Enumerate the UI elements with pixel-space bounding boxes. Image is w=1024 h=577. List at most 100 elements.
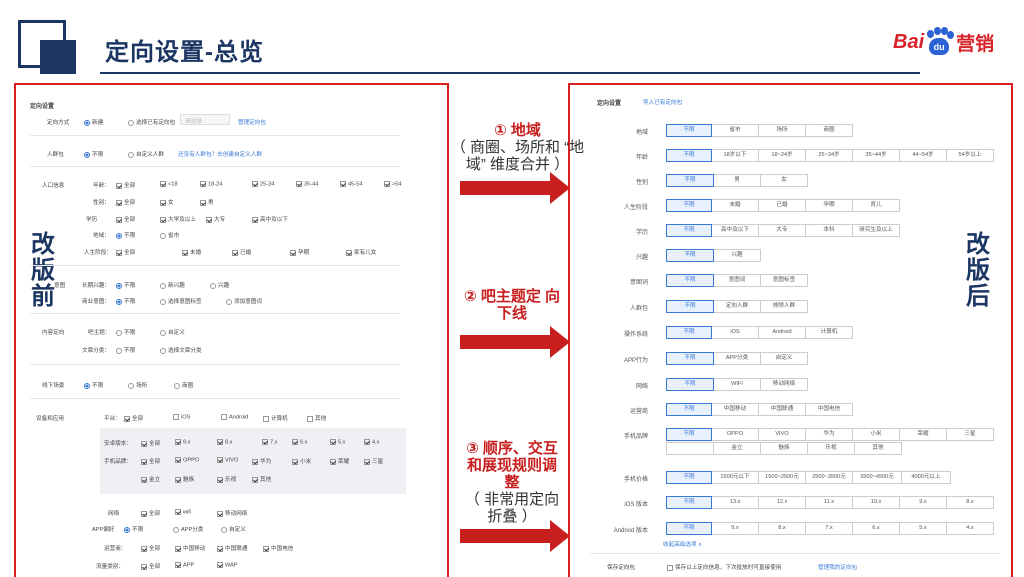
option-button[interactable]: 35~44岁 xyxy=(852,149,900,162)
option-button[interactable]: 意图词 xyxy=(713,274,761,287)
option-button[interactable]: 男 xyxy=(713,174,761,187)
option-button[interactable]: 不限 xyxy=(666,274,714,287)
interest-option[interactable]: 兴趣 xyxy=(210,281,229,289)
carrier-option[interactable]: 全部 xyxy=(141,544,160,552)
option-button[interactable]: 不限 xyxy=(666,378,714,391)
biz-option[interactable]: 添加意图词 xyxy=(226,297,262,305)
region-option[interactable]: 省市 xyxy=(160,231,179,239)
option-button[interactable]: 魅族 xyxy=(760,442,808,455)
platform-option[interactable]: Android xyxy=(221,414,248,420)
radio-new[interactable]: 新建 xyxy=(84,118,103,126)
option-button[interactable]: 乐视 xyxy=(807,442,855,455)
option-button[interactable]: 不限 xyxy=(666,149,712,162)
option-button[interactable]: 意图标签 xyxy=(760,274,808,287)
option-button[interactable]: 25~34岁 xyxy=(805,149,853,162)
article-option[interactable]: 不限 xyxy=(116,346,135,354)
option-button[interactable]: 1500元以下 xyxy=(711,471,759,484)
radio-crowd-custom[interactable]: 自定义人群 xyxy=(128,150,164,158)
offline-option[interactable]: 场所 xyxy=(128,381,147,389)
option-button[interactable]: 不限 xyxy=(666,522,712,535)
option-button[interactable]: 10.x xyxy=(852,496,900,509)
option-button[interactable]: 2500~3500元 xyxy=(805,471,853,484)
brand-option[interactable]: 荣耀 xyxy=(330,457,349,465)
option-button[interactable]: 中国电信 xyxy=(805,403,853,416)
option-button[interactable]: 7.x xyxy=(805,522,853,535)
option-button[interactable]: 育儿 xyxy=(852,199,900,212)
option-button[interactable]: 11.x xyxy=(805,496,853,509)
age-option[interactable]: 35-44 xyxy=(296,181,318,187)
android_ver-option[interactable]: 8.x xyxy=(217,439,232,445)
option-button[interactable]: 不限 xyxy=(666,471,712,484)
flow-option[interactable]: 全部 xyxy=(141,562,160,570)
option-button[interactable]: 省市 xyxy=(711,124,759,137)
option-button[interactable]: iOS xyxy=(711,326,759,339)
brand-option[interactable]: 小米 xyxy=(292,457,311,465)
age-option[interactable]: <18 xyxy=(160,181,178,187)
option-button[interactable]: 9.x xyxy=(711,522,759,535)
option-button[interactable]: 孕期 xyxy=(805,199,853,212)
offline-option[interactable]: 商圈 xyxy=(174,381,193,389)
option-button[interactable]: 未婚 xyxy=(711,199,759,212)
manage-package-link[interactable]: 管理定向包 xyxy=(238,118,266,126)
option-button[interactable]: 不限 xyxy=(666,326,712,339)
option-button[interactable]: 三星 xyxy=(946,428,994,441)
option-button[interactable]: 9.x xyxy=(899,496,947,509)
brand-option[interactable]: 华为 xyxy=(252,457,271,465)
option-button[interactable]: 18~24岁 xyxy=(758,149,806,162)
gender-option[interactable]: 男 xyxy=(200,198,214,206)
package-select[interactable]: 请选择 xyxy=(180,114,230,125)
option-button[interactable]: WIFI xyxy=(713,378,761,391)
platform-option[interactable]: 其他 xyxy=(307,414,326,422)
android_ver-option[interactable]: 4.x xyxy=(364,439,379,445)
option-button[interactable]: 不限 xyxy=(666,224,712,237)
edu-option[interactable]: 高中及以下 xyxy=(252,215,288,223)
android_ver-option[interactable]: 5.x xyxy=(330,439,345,445)
platform-option[interactable]: 计算机 xyxy=(263,414,288,422)
option-button[interactable]: 定向人群 xyxy=(713,300,761,313)
option-button[interactable]: 商圈 xyxy=(805,124,853,137)
carrier-option[interactable]: 中国电信 xyxy=(263,544,293,552)
option-button[interactable]: 场所 xyxy=(758,124,806,137)
option-button[interactable]: OPPO xyxy=(711,428,759,441)
save-checkbox[interactable]: 保存以上定向信息，下次投放时可直接使用 xyxy=(667,563,781,571)
import-package-link[interactable]: 导入已有定向包 xyxy=(643,98,682,106)
edu-option[interactable]: 大专 xyxy=(206,215,225,223)
option-button[interactable]: 排除人群 xyxy=(760,300,808,313)
option-button[interactable]: 不限 xyxy=(666,199,712,212)
carrier-option[interactable]: 中国移动 xyxy=(175,544,205,552)
option-button[interactable]: 大专 xyxy=(758,224,806,237)
option-button[interactable]: 不限 xyxy=(666,352,714,365)
option-button[interactable]: 中国移动 xyxy=(711,403,759,416)
network-option[interactable]: 移动网络 xyxy=(217,509,247,517)
app-option[interactable]: 自定义 xyxy=(221,525,246,533)
collapse-advanced-link[interactable]: 收起高级选项 ∧ xyxy=(663,540,702,548)
radio-crowd-none[interactable]: 不限 xyxy=(84,150,103,158)
option-button[interactable]: 3500~4500元 xyxy=(852,471,902,484)
age-option[interactable]: 18-24 xyxy=(200,181,222,187)
gender-option[interactable]: 全部 xyxy=(116,198,135,206)
option-button[interactable]: 其他 xyxy=(854,442,902,455)
brand-option[interactable]: 乐视 xyxy=(217,475,236,483)
option-button[interactable]: 小米 xyxy=(852,428,900,441)
age-option[interactable]: 45-54 xyxy=(340,181,362,187)
option-button[interactable]: 华为 xyxy=(805,428,853,441)
option-button[interactable]: 不限 xyxy=(666,496,712,509)
manage-my-package-link[interactable]: 管理我的定向包 xyxy=(818,563,857,571)
edu-option[interactable]: 大学及以上 xyxy=(160,215,196,223)
option-button[interactable]: 44~54岁 xyxy=(899,149,947,162)
app-option[interactable]: 不限 xyxy=(124,525,143,533)
option-button[interactable]: Android xyxy=(758,326,806,339)
option-button[interactable]: VIVO xyxy=(758,428,806,441)
stage-option[interactable]: 未婚 xyxy=(182,248,201,256)
brand-option[interactable]: 全部 xyxy=(141,457,160,465)
gender-option[interactable]: 女 xyxy=(160,198,174,206)
option-button[interactable]: 12.x xyxy=(758,496,806,509)
bar-option[interactable]: 自定义 xyxy=(160,328,185,336)
stage-option[interactable]: 已婚 xyxy=(232,248,251,256)
option-button[interactable]: 兴趣 xyxy=(713,249,761,262)
brand-option[interactable]: 其他 xyxy=(252,475,271,483)
option-button[interactable]: 不限 xyxy=(666,249,714,262)
carrier-option[interactable]: 中国联通 xyxy=(217,544,247,552)
android_ver-option[interactable]: 全部 xyxy=(141,439,160,447)
option-button[interactable]: 不限 xyxy=(666,300,714,313)
